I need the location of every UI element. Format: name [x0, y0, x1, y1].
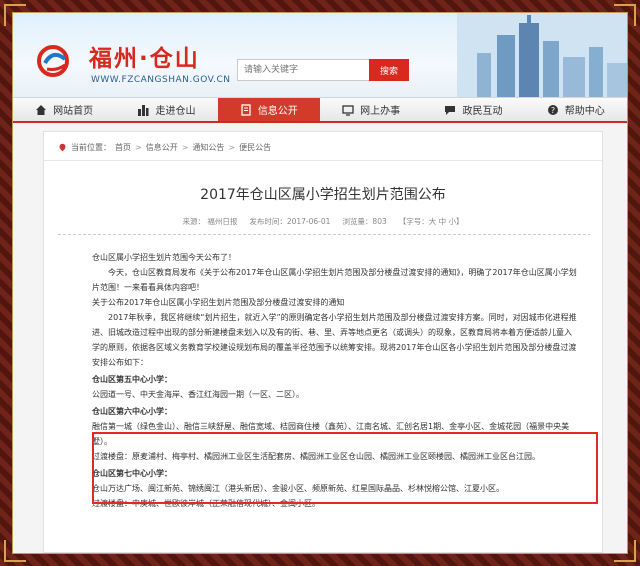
- article-panel: 当前位置： 首页 > 信息公开 > 通知公告 > 便民公告 2017年仓山区属小…: [43, 131, 603, 553]
- article-title: 2017年仓山区属小学招生划片范围公布: [200, 187, 446, 203]
- city-icon: [138, 104, 149, 116]
- nav-item-label: 走进仓山: [155, 106, 196, 117]
- nav-item-label: 网上办事: [360, 106, 401, 117]
- home-icon: [36, 104, 47, 115]
- nav-item-about[interactable]: 走进仓山: [115, 98, 217, 121]
- monitor-icon: [342, 104, 354, 116]
- nav-item-label: 帮助中心: [564, 106, 605, 117]
- nav-item-home[interactable]: 网站首页: [13, 98, 115, 121]
- breadcrumb-separator: >: [135, 143, 142, 152]
- screenshot: 福州·仓山 WWW.FZCANGSHAN.GOV.CN 搜索 网站首页 走进仓山…: [13, 13, 627, 553]
- breadcrumb-item[interactable]: 信息公开: [146, 142, 178, 153]
- nav-item-label: 信息公开: [257, 106, 298, 117]
- divider: [58, 234, 590, 235]
- svg-text:?: ?: [551, 106, 555, 115]
- paragraph: 仓山区属小学招生划片范围今天公布了！: [92, 253, 236, 262]
- article-source: 来源： 福州日报: [182, 217, 238, 226]
- site-header: 福州·仓山 WWW.FZCANGSHAN.GOV.CN 搜索: [13, 13, 627, 97]
- breadcrumb-item[interactable]: 首页: [115, 142, 131, 153]
- font-size-control[interactable]: 【字号：大 中 小】: [399, 216, 464, 227]
- nav-item-interaction[interactable]: 政民互动: [422, 98, 524, 121]
- breadcrumb-separator: >: [181, 143, 189, 152]
- nav-item-info-disclosure[interactable]: 信息公开: [217, 98, 320, 121]
- paragraph: 公园道一号、中天金海岸、香江红海园一期（一区、二区）。: [92, 390, 304, 399]
- main-nav: 网站首页 走进仓山 信息公开 网上办事 政民互动 ? 帮助中心: [13, 97, 627, 123]
- location-icon: [59, 143, 66, 152]
- nav-item-label: 网站首页: [53, 106, 94, 117]
- article-meta: 来源： 福州日报 发布时间：2017-06-01 浏览量：803 【字号：大 中…: [44, 216, 602, 227]
- breadcrumb: 当前位置： 首页 > 信息公开 > 通知公告 > 便民公告: [58, 142, 271, 153]
- breadcrumb-separator: >: [228, 143, 236, 152]
- paragraph: 关于公布2017年仓山区属小学招生划片范围及部分楼盘过渡安排的通知: [92, 298, 345, 307]
- document-icon: [241, 103, 251, 116]
- section-heading: 仓山区第五中心小学：: [92, 375, 172, 384]
- article-date: 发布时间：2017-06-01: [249, 217, 331, 226]
- paragraph: 今天，仓山区教育局发布《关于公布2017年仓山区属小学招生划片范围及部分楼盘过渡…: [92, 268, 577, 292]
- chat-icon: [445, 105, 456, 115]
- breadcrumb-item[interactable]: 通知公告: [192, 142, 224, 153]
- skyline-image: [457, 13, 627, 97]
- highlight-box: [92, 432, 598, 504]
- breadcrumb-item[interactable]: 便民公告: [239, 142, 271, 153]
- site-logo-icon: [37, 45, 69, 77]
- search-input[interactable]: [237, 59, 381, 81]
- help-icon: ?: [547, 104, 558, 115]
- site-url: WWW.FZCANGSHAN.GOV.CN: [91, 75, 231, 85]
- section-heading: 仓山区第六中心小学：: [92, 407, 172, 416]
- nav-item-online-services[interactable]: 网上办事: [320, 98, 422, 121]
- nav-item-help[interactable]: ? 帮助中心: [525, 98, 627, 121]
- paragraph: 2017年秋季，我区将继续“划片招生，就近入学”的原则确定各小学招生划片范围及部…: [92, 313, 577, 367]
- site-name: 福州·仓山: [89, 46, 200, 72]
- divider: [44, 160, 602, 161]
- search-button[interactable]: 搜索: [369, 59, 409, 81]
- article-views: 浏览量：803: [342, 217, 387, 226]
- breadcrumb-prefix: 当前位置：: [71, 143, 111, 152]
- nav-item-label: 政民互动: [462, 106, 503, 117]
